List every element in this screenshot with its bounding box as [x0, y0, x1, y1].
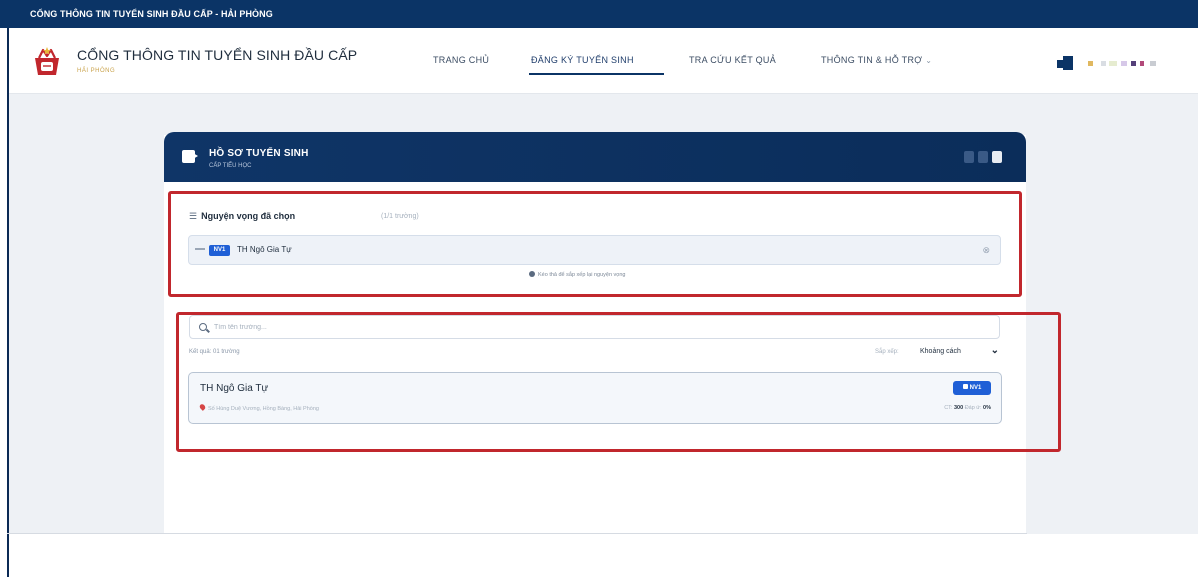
panel-header: HỒ SƠ TUYỂN SINH CẤP TIỂU HỌC: [164, 132, 1026, 182]
user-name-blur-3: [1109, 61, 1117, 66]
panel-controls: [964, 151, 1014, 163]
annotation-box-search: [176, 312, 1061, 452]
nav-active-indicator: [529, 73, 664, 75]
panel-control-3[interactable]: [992, 151, 1002, 163]
user-name-blur: [1088, 61, 1093, 66]
panel-title: HỒ SƠ TUYỂN SINH: [209, 148, 309, 159]
user-menu[interactable]: [1045, 42, 1171, 82]
nav-lookup-results[interactable]: TRA CỨU KẾT QUẢ: [689, 55, 776, 65]
nav-register[interactable]: ĐĂNG KÝ TUYỂN SINH: [531, 55, 634, 65]
top-banner-text: CỔNG THÔNG TIN TUYỂN SINH ĐẦU CẤP - HẢI …: [30, 9, 273, 19]
avatar-part: [1057, 60, 1065, 68]
panel-control-2[interactable]: [978, 151, 988, 163]
user-name-blur-6: [1140, 61, 1144, 66]
brand-subtitle: HẢI PHÒNG: [77, 68, 116, 74]
page-frame-bottom: [7, 533, 1027, 534]
document-icon: [182, 150, 198, 163]
annotation-box-chosen: [168, 191, 1022, 297]
logo-icon[interactable]: [29, 44, 65, 78]
brand-title[interactable]: CỔNG THÔNG TIN TUYỂN SINH ĐẦU CẤP: [77, 47, 357, 63]
chevron-down-icon: ⌄: [925, 56, 933, 65]
nav-home[interactable]: TRANG CHỦ: [433, 55, 489, 65]
site-header: CỔNG THÔNG TIN TUYỂN SINH ĐẦU CẤP HẢI PH…: [9, 28, 1198, 94]
nav-info-support-label: THÔNG TIN & HỖ TRỢ: [821, 55, 923, 65]
user-name-blur-2: [1101, 61, 1106, 66]
user-name-blur-5: [1131, 61, 1136, 66]
top-banner: CỔNG THÔNG TIN TUYỂN SINH ĐẦU CẤP - HẢI …: [0, 0, 1198, 28]
user-name-blur-4: [1121, 61, 1127, 66]
user-name-blur-7: [1150, 61, 1156, 66]
panel-subtitle: CẤP TIỂU HỌC: [209, 163, 252, 169]
panel-control-1[interactable]: [964, 151, 974, 163]
nav-info-support[interactable]: THÔNG TIN & HỖ TRỢ ⌄: [821, 55, 932, 65]
